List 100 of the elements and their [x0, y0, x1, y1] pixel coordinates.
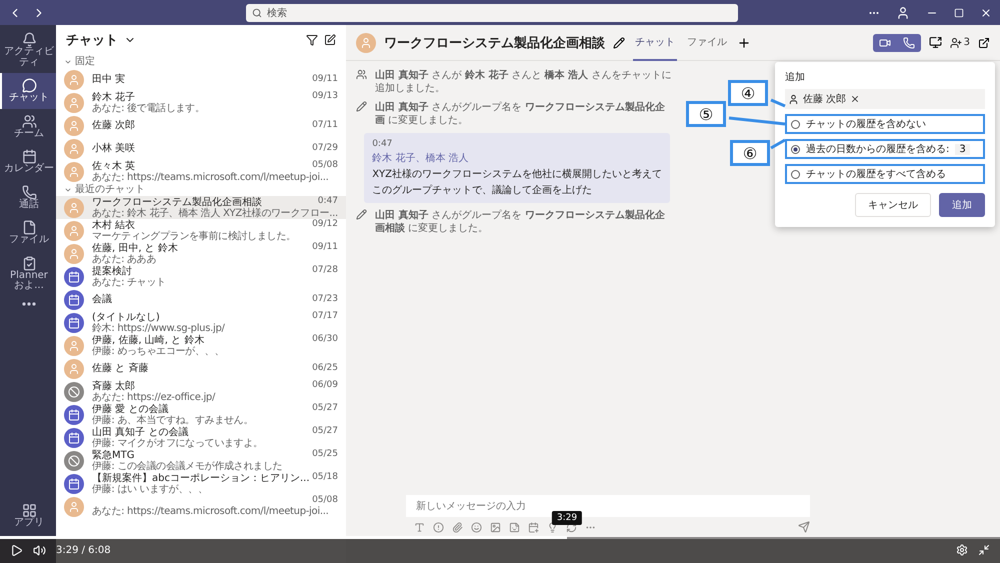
- chat-time: 07/29: [312, 144, 338, 154]
- rail-item[interactable]: 通話: [0, 180, 56, 215]
- sticker-icon[interactable]: [509, 522, 520, 532]
- system-message: 山田 真知子 さんがグループ名を ワークフローシステム製品化企画 に変更しました。: [375, 101, 666, 127]
- close-icon[interactable]: [850, 94, 860, 104]
- search-field[interactable]: 検索: [246, 4, 738, 22]
- popout-icon[interactable]: [978, 36, 990, 48]
- chat-item[interactable]: 伊藤 愛 との会議 05/27 伊藤: あ、本当ですね。すみません。: [56, 403, 346, 426]
- mention-text: 鈴木 花子、橋本 浩人: [372, 152, 470, 165]
- leader-line: [770, 98, 786, 108]
- chat-item[interactable]: 緊急MTG 05/25 伊藤: この会議の会議メモが作成されました: [56, 449, 346, 472]
- meeting-avatar: [64, 266, 84, 286]
- chat-item[interactable]: 【新規案件】abcコーポレーション：ヒアリン... 05/18 伊藤: はい いますが、、、: [56, 472, 346, 495]
- chat-item[interactable]: 斉藤 太郎 06/09 あなた: https://ez-office.jp/: [56, 380, 346, 403]
- attach-icon[interactable]: [452, 522, 463, 532]
- priority-icon[interactable]: [433, 522, 444, 532]
- add-button[interactable]: 追加: [939, 193, 985, 217]
- add-tab-icon[interactable]: [737, 36, 751, 50]
- meeting-avatar: [64, 312, 84, 332]
- progress-track[interactable]: [0, 536, 1000, 539]
- rail-item[interactable]: アプリ: [0, 498, 56, 533]
- chat-item[interactable]: 田中 実 09/11: [56, 68, 346, 91]
- rail-item[interactable]: チーム: [0, 108, 56, 144]
- message-time: 0:47: [372, 139, 394, 149]
- rail-item[interactable]: Planner およ...: [0, 250, 56, 296]
- volume-icon[interactable]: [33, 544, 46, 556]
- avatar: [64, 244, 84, 264]
- chat-item[interactable]: 山田 真知子 との会議 05/27 伊藤: マイクがオフになっていますよ。: [56, 426, 346, 449]
- meeting-avatar: [64, 404, 84, 424]
- rail-item[interactable]: チャット: [0, 73, 56, 108]
- chat-preview: あなた: あああ: [92, 254, 158, 264]
- chat-time: 05/18: [312, 473, 338, 483]
- message-text: このグループチャットで、議論して企画を上げた: [372, 184, 594, 197]
- screen-share-icon[interactable]: [928, 36, 942, 49]
- radio-button[interactable]: [791, 144, 800, 154]
- chat-item[interactable]: 伊藤, 佐藤, 山崎, と 鈴木 06/30 伊藤: めっちゃエコーが、、、: [56, 334, 346, 357]
- rail-item[interactable]: カレンダー: [0, 144, 56, 180]
- participants-button[interactable]: 3: [950, 36, 970, 48]
- filter-icon[interactable]: [306, 34, 318, 46]
- blocked-avatar: [64, 382, 84, 402]
- chat-item[interactable]: (タイトルなし) 07/17 鈴木: https://www.sg-plus.jp/: [56, 311, 346, 334]
- chat-item[interactable]: ワークフローシステム製品化企画相談 0:47 あなた: 鈴木 花子、橋本 浩人 XYZ社様のワークフロー...: [56, 196, 346, 219]
- chat-item[interactable]: 佐藤 と 斉藤 06/25: [56, 357, 346, 380]
- chat-item[interactable]: 小林 美咲 07/29: [56, 137, 346, 160]
- format-icon[interactable]: [414, 522, 425, 532]
- history-option[interactable]: チャットの履歴を含めない: [785, 114, 985, 134]
- chat-item[interactable]: 木村 結衣 09/12 マーケティングプランを事前に検討しました。: [56, 219, 346, 242]
- rail-item[interactable]: アクティビティ: [0, 27, 56, 73]
- chat-name: 佐藤, 田中, と 鈴木: [92, 242, 178, 254]
- chat-name: 緊急MTG: [92, 450, 134, 460]
- chat-item[interactable]: 提案検討 07/28 あなた: チャット: [56, 265, 346, 288]
- close-icon[interactable]: [980, 6, 992, 18]
- chat-name: 山田 真知子 との会議: [92, 426, 188, 438]
- compose-icon[interactable]: [324, 34, 336, 46]
- rail-item[interactable]: ファイル: [0, 215, 56, 250]
- settings-icon[interactable]: [956, 544, 968, 556]
- meeting-icon[interactable]: [528, 522, 539, 532]
- section-title[interactable]: 固定: [75, 56, 95, 66]
- radio-button[interactable]: [791, 170, 800, 178]
- history-option[interactable]: チャットの履歴をすべて含める: [785, 164, 985, 184]
- gif-icon[interactable]: [490, 522, 501, 532]
- chat-preview: あなた: 後で電話します。: [92, 102, 206, 114]
- chat-item[interactable]: 佐藤 次郎 07/11: [56, 114, 346, 137]
- chat-item[interactable]: 佐藤, 田中, と 鈴木 09/11 あなた: あああ: [56, 242, 346, 265]
- chat-name: 【新規案件】abcコーポレーション：ヒアリン...: [92, 472, 310, 484]
- send-icon[interactable]: [798, 521, 810, 533]
- chat-name: 田中 実: [92, 74, 126, 85]
- avatar: [64, 92, 84, 112]
- user-avatar-icon[interactable]: [896, 6, 910, 20]
- chat-time: 07/11: [312, 120, 338, 130]
- play-icon[interactable]: [10, 544, 23, 556]
- chat-time: 09/13: [312, 92, 338, 102]
- calendar-icon: [22, 149, 36, 164]
- radio-button[interactable]: [791, 120, 800, 128]
- avatar: [64, 496, 84, 516]
- system-message: 山田 真知子 さんがグループ名を ワークフローシステム製品化企画相談 に変更しました。: [375, 209, 666, 235]
- phone-icon: [902, 36, 915, 48]
- avatar: [64, 138, 84, 158]
- chat-name: 提案検討: [92, 266, 132, 276]
- section-title[interactable]: 最近のチャット: [75, 184, 145, 194]
- chat-list-title: チャット: [66, 32, 118, 49]
- chat-item[interactable]: 鈴木 花子 09/13 あなた: 後で電話します。: [56, 91, 346, 114]
- chat-time: 05/27: [312, 404, 338, 414]
- chat-name: 伊藤 愛 との会議: [92, 404, 168, 414]
- tab[interactable]: ファイル: [685, 24, 729, 60]
- collapse-icon[interactable]: [978, 544, 990, 556]
- edit-icon[interactable]: [613, 36, 625, 48]
- chat-name: 佐藤 次郎: [92, 120, 136, 131]
- maximize-icon[interactable]: [954, 8, 964, 18]
- history-option[interactable]: 過去の日数からの履歴を含める: 3: [785, 139, 985, 159]
- planner-icon: [22, 256, 36, 270]
- blocked-avatar: [64, 450, 84, 470]
- chat-item[interactable]: 05/08 あなた: https://teams.microsoft.com/l/meetup-joi...: [56, 495, 346, 518]
- time-tooltip: 3:29: [552, 511, 582, 525]
- tab[interactable]: チャット: [633, 24, 677, 60]
- emoji-icon[interactable]: [471, 522, 482, 532]
- chat-item[interactable]: 会議 07/23: [56, 288, 346, 311]
- chat-item[interactable]: 佐々木 英 05/08 あなた: https://teams.microsoft.com/l/meetup-joi...: [56, 160, 346, 183]
- days-field[interactable]: 3: [955, 144, 970, 154]
- cancel-button[interactable]: キャンセル: [855, 193, 931, 217]
